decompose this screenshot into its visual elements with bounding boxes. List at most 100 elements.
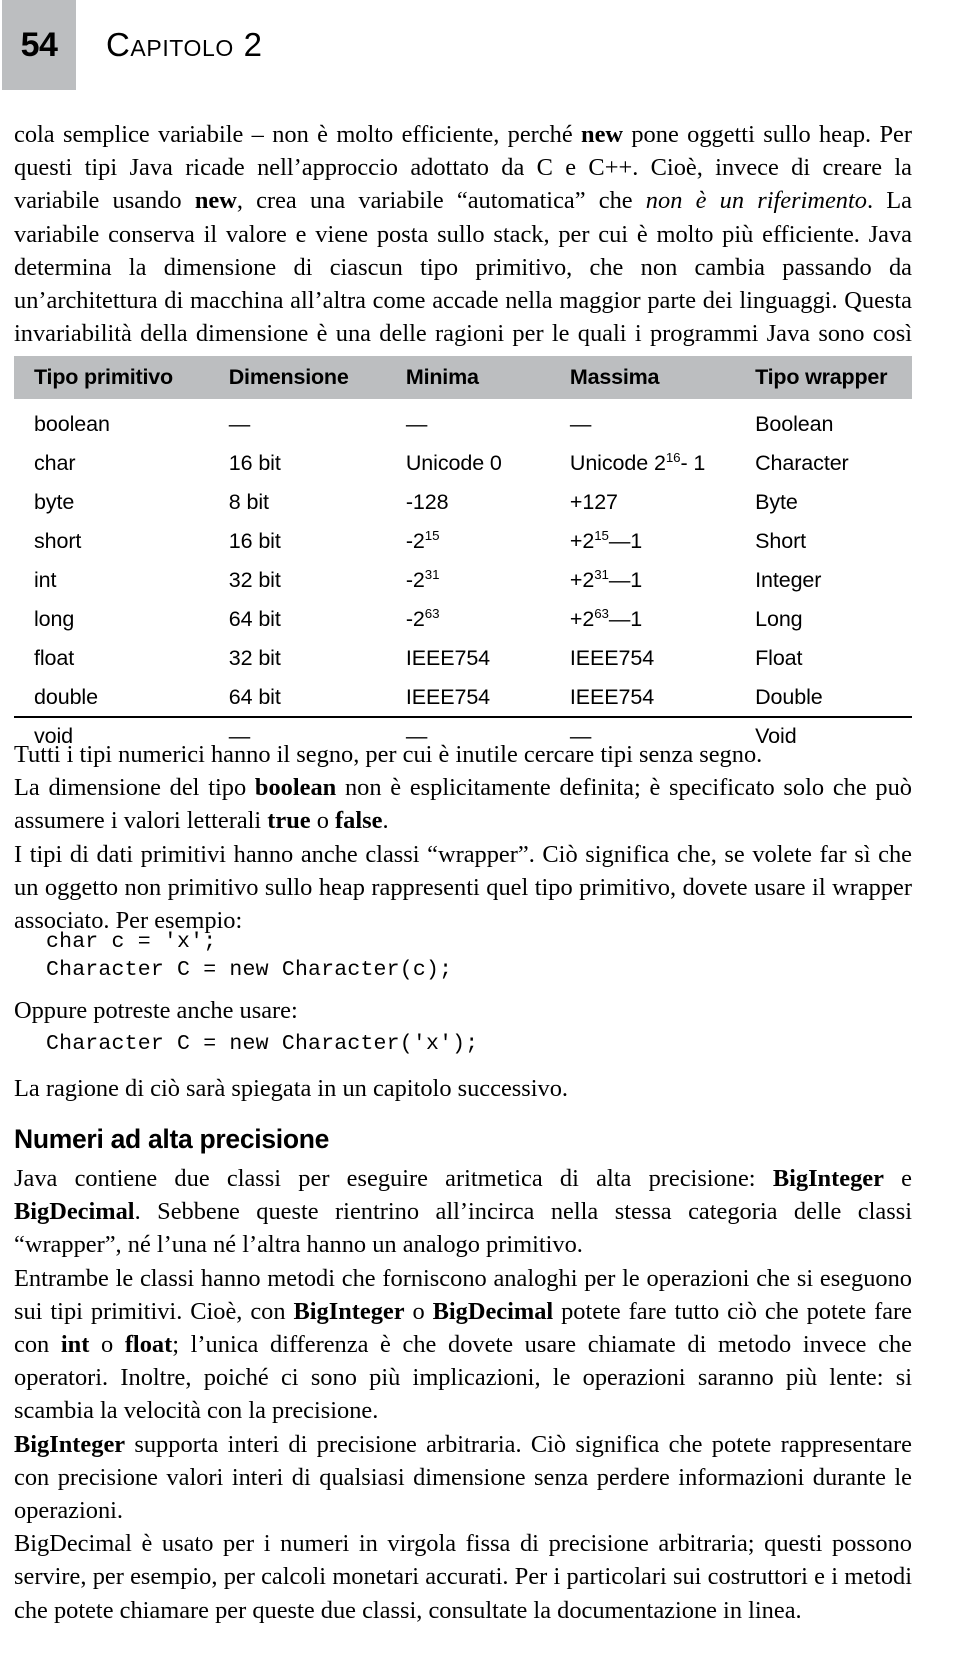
cell-tipo: long	[34, 607, 75, 631]
intro-text-4: . La variabile conserva il valore e vien…	[14, 187, 912, 380]
table-row: float 32 bit IEEE754 IEEE754 Float	[14, 639, 912, 678]
class-biginteger-3: BigInteger	[14, 1430, 126, 1458]
minima-base: -2	[405, 568, 425, 592]
sec2-text-4: o	[89, 1331, 125, 1359]
col-header-tipo-primitivo: Tipo primitivo	[14, 356, 229, 399]
table-row: short 16 bit -215 +215—1 Short	[14, 522, 912, 561]
sec3-text-1: supporta interi di precisione arbitraria…	[14, 1430, 912, 1525]
intro-block: cola semplice variabile – non è molto ef…	[14, 118, 912, 384]
table-body: boolean — — — Boolean char 16 bit Unicod…	[14, 399, 912, 760]
sec2-text-2: o	[404, 1297, 433, 1325]
table-bottom-rule	[14, 716, 912, 718]
after-table-block: Tutti i tipi numerici hanno il segno, pe…	[14, 738, 912, 937]
table-row: int 32 bit -231 +231—1 Integer	[14, 561, 912, 600]
table-row: long 64 bit -263 +263—1 Long	[14, 600, 912, 639]
col-header-massima: Massima	[569, 356, 756, 399]
sec-text-3: . Sebbene queste rientrino all’incirca n…	[14, 1198, 912, 1259]
boolean-text-1: La dimensione del tipo	[14, 774, 255, 802]
cell-minima: -128	[405, 490, 449, 514]
keyword-new-1: new	[581, 121, 624, 148]
section-heading-block: Numeri ad alta precisione	[14, 1124, 912, 1154]
table-head: Tipo primitivo Dimensione Minima Massima…	[14, 356, 912, 399]
table-header-row: Tipo primitivo Dimensione Minima Massima…	[14, 356, 912, 399]
col-header-dimensione: Dimensione	[228, 356, 406, 399]
massima-exponent: 16	[665, 449, 681, 465]
cell-minima: -231	[406, 561, 570, 600]
paragraph-tutti-tipi: Tutti i tipi numerici hanno il segno, pe…	[14, 741, 763, 768]
cell-massima: +127	[569, 490, 618, 514]
paragraph-boolean-size: La dimensione del tipo boolean non è esp…	[14, 771, 912, 837]
paragraph-bigdecimal: BigDecimal è usato per i numeri in virgo…	[14, 1530, 912, 1624]
code-block-1: char c = 'x'; Character C = new Characte…	[46, 930, 453, 982]
massima-suffix: - 1	[680, 451, 706, 475]
cell-dimensione: 64 bit	[228, 685, 281, 709]
cell-dimensione: 16 bit	[228, 529, 281, 553]
cell-minima: IEEE754	[405, 685, 491, 709]
class-biginteger-1: BigInteger	[772, 1165, 884, 1192]
code-block-2-wrapper: Character C = new Character('x');	[14, 1030, 944, 1058]
boolean-text-3: o	[310, 807, 336, 835]
massima-base: +2	[569, 607, 595, 631]
chapter-title: Capitolo 2	[106, 26, 263, 63]
cell-massima: +215—1	[570, 522, 755, 561]
ragione-block: La ragione di ciò sarà spiegata in un ca…	[14, 1072, 912, 1105]
cell-tipo: char	[34, 451, 76, 475]
keyword-new-2: new	[194, 187, 237, 215]
cell-massima: —	[569, 412, 592, 436]
massima-base: Unicode 2	[569, 451, 666, 475]
massima-base: +2	[569, 568, 595, 592]
keyword-false: false	[335, 807, 383, 835]
keyword-float: float	[124, 1331, 173, 1359]
minima-exponent: 63	[424, 605, 440, 621]
paragraph-ragione: La ragione di ciò sarà spiegata in un ca…	[14, 1075, 569, 1102]
class-bigdecimal-1: BigDecimal	[14, 1198, 135, 1226]
cell-massima: IEEE754	[569, 646, 655, 670]
page-number: 54	[20, 25, 58, 64]
massima-suffix: —1	[608, 607, 643, 631]
cell-minima: IEEE754	[405, 646, 491, 670]
massima-suffix: —1	[608, 568, 643, 592]
paragraph-wrapper-classes: I tipi di dati primitivi hanno anche cla…	[14, 840, 912, 935]
massima-base: +2	[569, 529, 595, 553]
section-body-block: Java contiene due classi per eseguire ar…	[14, 1162, 912, 1627]
cell-dimensione: 8 bit	[228, 490, 269, 514]
cell-massima: +263—1	[570, 600, 755, 639]
table-row: double 64 bit IEEE754 IEEE754 Double	[14, 678, 912, 717]
cell-minima: —	[405, 412, 428, 436]
cell-dimensione: —	[228, 412, 251, 436]
cell-tipo: int	[34, 568, 57, 592]
minima-base: -2	[405, 607, 425, 631]
table-row: byte 8 bit -128 +127 Byte	[14, 483, 912, 522]
keyword-boolean: boolean	[254, 774, 337, 802]
minima-exponent: 15	[424, 527, 440, 543]
minima-base: -2	[405, 529, 425, 553]
boolean-text-4: .	[382, 807, 389, 835]
table-row: char 16 bit Unicode 0 Unicode 216- 1 Cha…	[14, 444, 912, 483]
cell-tipo: double	[34, 685, 98, 709]
cell-minima: Unicode 0	[405, 451, 502, 475]
cell-wrapper: Byte	[755, 490, 798, 514]
code-block-2: Character C = new Character('x');	[46, 1032, 479, 1056]
emphasis-riferimento: non è un riferimento	[645, 187, 867, 215]
keyword-int: int	[60, 1331, 90, 1359]
massima-exponent: 63	[594, 605, 609, 621]
cell-dimensione: 16 bit	[228, 451, 281, 475]
oppure-block: Oppure potreste anche usare:	[14, 994, 912, 1027]
massima-suffix: —1	[608, 529, 643, 553]
class-biginteger-2: BigInteger	[293, 1297, 405, 1325]
cell-wrapper: Boolean	[755, 412, 834, 436]
cell-tipo: boolean	[34, 412, 110, 436]
cell-wrapper: Integer	[755, 568, 822, 592]
cell-massima: Unicode 216- 1	[570, 444, 755, 483]
cell-minima: -215	[406, 522, 570, 561]
intro-text-3: , crea una variabile “automatica” che	[236, 187, 646, 215]
document-page: 54 Capitolo 2 cola semplice variabile – …	[0, 0, 960, 1674]
cell-tipo: byte	[34, 490, 75, 514]
cell-wrapper: Float	[755, 646, 803, 670]
intro-text-1: cola semplice variabile – non è molto ef…	[14, 121, 581, 148]
cell-massima: IEEE754	[569, 685, 655, 709]
minima-exponent: 31	[424, 566, 440, 582]
paragraph-bignumbers-intro: Java contiene due classi per eseguire ar…	[14, 1162, 912, 1262]
cell-tipo: float	[34, 646, 75, 670]
sec-text-2: e	[883, 1165, 912, 1192]
